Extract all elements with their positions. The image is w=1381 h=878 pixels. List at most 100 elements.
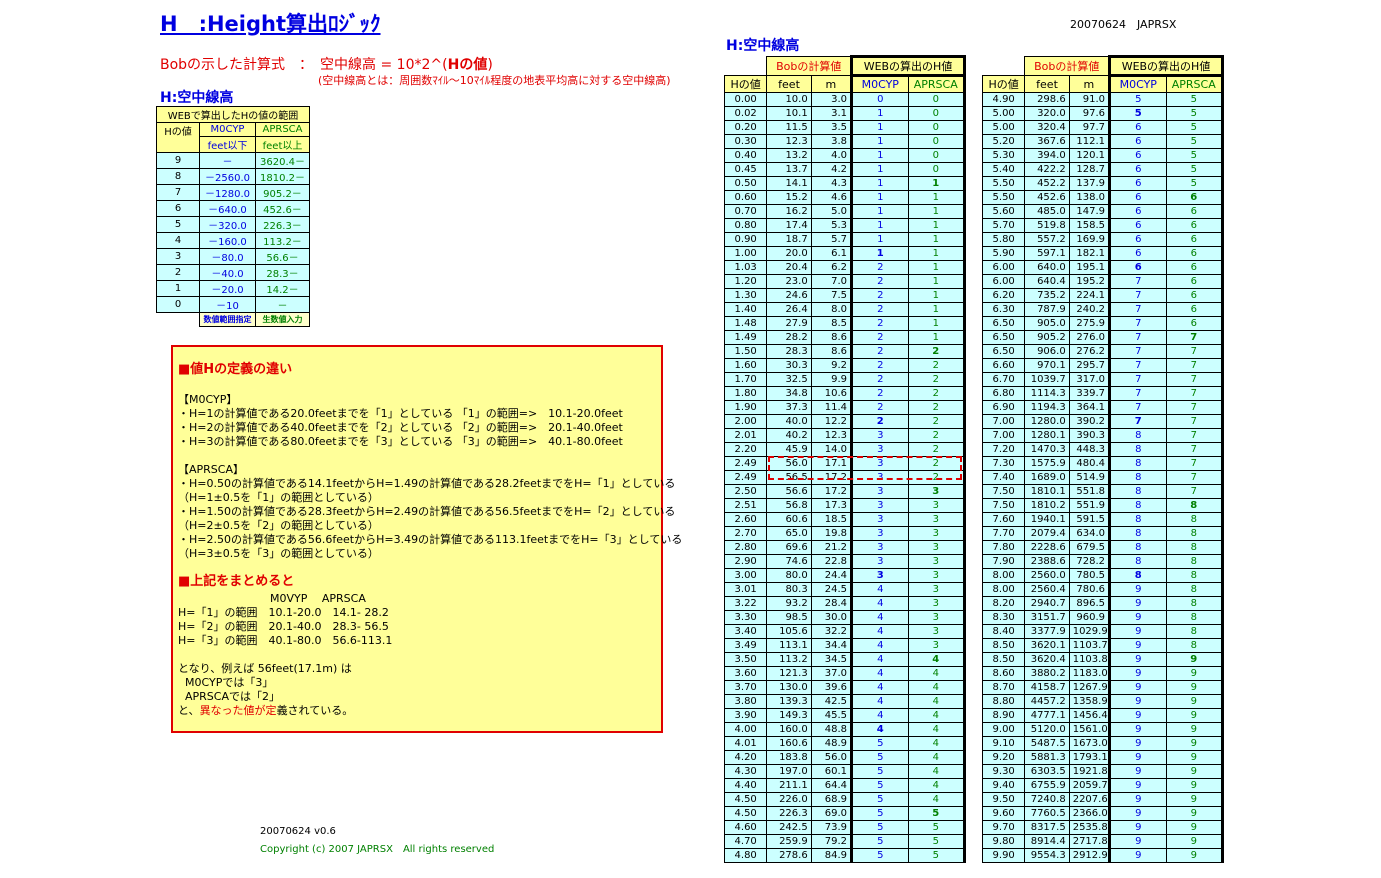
aprsca-value: 8 bbox=[1165, 498, 1224, 513]
m-value: 1103.7 bbox=[1068, 638, 1111, 653]
feet-value: 905.2 bbox=[1024, 330, 1070, 345]
h-value: 2.20 bbox=[723, 442, 768, 457]
table-row: 7.50 1810.1 551.8 8 7 bbox=[981, 484, 1224, 499]
m0cyp-value: 9 bbox=[1108, 610, 1167, 625]
table-row: 8.90 4777.1 1456.4 9 9 bbox=[981, 708, 1224, 723]
conclusion-post: 義されている。 bbox=[276, 704, 354, 717]
conclusion-red: 異なった値が定 bbox=[199, 704, 277, 717]
m0cyp-value: 0 bbox=[850, 92, 909, 107]
box-aprsca-line: （H=2±0.5を「2」の範囲としている） bbox=[178, 519, 379, 532]
table-row: 6.60 970.1 295.7 7 7 bbox=[981, 358, 1224, 373]
table-row: 0.50 14.1 4.3 1 1 bbox=[723, 176, 966, 191]
range-table-row: 1 －20.0 14.2－ bbox=[156, 280, 310, 297]
range-h-value: 4 bbox=[156, 232, 200, 249]
feet-value: 3620.1 bbox=[1024, 638, 1070, 653]
m0cyp-value: 1 bbox=[850, 246, 909, 261]
h-value: 7.00 bbox=[981, 428, 1026, 443]
h-value: 0.90 bbox=[723, 232, 768, 247]
feet-value: 121.3 bbox=[766, 666, 812, 681]
h-value: 4.50 bbox=[723, 792, 768, 807]
feet-value: 2940.7 bbox=[1024, 596, 1070, 611]
box-aprsca-line: ・H=0.50の計算値である14.1feetからH=1.49の計算値である28.… bbox=[178, 477, 676, 490]
table-row: 7.00 1280.1 390.3 8 7 bbox=[981, 428, 1224, 443]
aprsca-value: 5 bbox=[907, 806, 966, 821]
feet-value: 23.0 bbox=[766, 274, 812, 289]
m-value: 9.2 bbox=[810, 358, 853, 373]
h-value: 3.49 bbox=[723, 638, 768, 653]
range-m0cyp-value: －2560.0 bbox=[199, 168, 256, 185]
m-value: 1456.4 bbox=[1068, 708, 1111, 723]
feet-value: 40.0 bbox=[766, 414, 812, 429]
h-value: 2.60 bbox=[723, 512, 768, 527]
formula-line: Bobの示した計算式 ： 空中線高 = 10*2^(Hの値) bbox=[160, 54, 493, 74]
table-row: 5.00 320.0 97.6 5 5 bbox=[981, 106, 1224, 121]
feet-value: 26.4 bbox=[766, 302, 812, 317]
h-value: 1.50 bbox=[723, 344, 768, 359]
feet-value: 1280.0 bbox=[1024, 414, 1070, 429]
m-value: 780.6 bbox=[1068, 582, 1111, 597]
table-row: 7.40 1689.0 514.9 8 7 bbox=[981, 470, 1224, 485]
aprsca-value: 9 bbox=[1165, 834, 1224, 849]
box-aprsca-label: 【APRSCA】 bbox=[178, 463, 244, 476]
m0cyp-value: 6 bbox=[1108, 246, 1167, 261]
m-value: 68.9 bbox=[810, 792, 853, 807]
feet-value: 10.0 bbox=[766, 92, 812, 107]
aprsca-value: 5 bbox=[1165, 176, 1224, 191]
col-aprsca-header: APRSCA bbox=[1165, 75, 1224, 93]
aprsca-value: 9 bbox=[1165, 708, 1224, 723]
m0cyp-value: 4 bbox=[850, 624, 909, 639]
table-row: 3.22 93.2 28.4 4 3 bbox=[723, 596, 966, 611]
aprsca-value: 9 bbox=[1165, 848, 1224, 863]
range-aprsca-value: 28.3－ bbox=[255, 264, 310, 281]
m0cyp-value: 1 bbox=[850, 218, 909, 233]
aprsca-value: 3 bbox=[907, 512, 966, 527]
h-value: 9.90 bbox=[981, 848, 1026, 863]
aprsca-value: 7 bbox=[1165, 456, 1224, 471]
table-row: 4.00 160.0 48.8 4 4 bbox=[723, 722, 966, 737]
formula-prefix: Bobの示した計算式 ： 空中線高 = 10*2^( bbox=[160, 57, 448, 73]
range-col-m0cyp: M0CYP bbox=[199, 122, 256, 137]
h-value: 3.01 bbox=[723, 582, 768, 597]
h-value: 9.50 bbox=[981, 792, 1026, 807]
feet-value: 13.2 bbox=[766, 148, 812, 163]
feet-value: 4457.2 bbox=[1024, 694, 1070, 709]
m-value: 147.9 bbox=[1068, 204, 1111, 219]
feet-value: 30.3 bbox=[766, 358, 812, 373]
h-value: 8.40 bbox=[981, 624, 1026, 639]
aprsca-value: 2 bbox=[907, 386, 966, 401]
m-value: 48.9 bbox=[810, 736, 853, 751]
m-value: 390.2 bbox=[1068, 414, 1111, 429]
aprsca-value: 2 bbox=[907, 414, 966, 429]
aprsca-value: 1 bbox=[907, 218, 966, 233]
table-row: 7.80 2228.6 679.5 8 8 bbox=[981, 540, 1224, 555]
m-value: 6.1 bbox=[810, 246, 853, 261]
table-row: 6.70 1039.7 317.0 7 7 bbox=[981, 372, 1224, 387]
aprsca-value: 5 bbox=[1165, 148, 1224, 163]
aprsca-value: 6 bbox=[1165, 246, 1224, 261]
m-value: 42.5 bbox=[810, 694, 853, 709]
h-value: 2.01 bbox=[723, 428, 768, 443]
range-aprsca-value: 56.6－ bbox=[255, 248, 310, 265]
box-heading-1: ■値Hの定義の違い bbox=[178, 362, 293, 377]
feet-value: 1575.9 bbox=[1024, 456, 1070, 471]
h-value: 7.80 bbox=[981, 540, 1026, 555]
aprsca-value: 7 bbox=[1165, 344, 1224, 359]
feet-value: 1039.7 bbox=[1024, 372, 1070, 387]
table-row: 0.20 11.5 3.5 1 0 bbox=[723, 120, 966, 135]
aprsca-value: 2 bbox=[907, 358, 966, 373]
m0cyp-value: 8 bbox=[1108, 428, 1167, 443]
range-table-row: 8 －2560.0 1810.2－ bbox=[156, 168, 310, 185]
m0cyp-value: 1 bbox=[850, 190, 909, 205]
table-row: 3.70 130.0 39.6 4 4 bbox=[723, 680, 966, 695]
m-value: 14.0 bbox=[810, 442, 853, 457]
h-value: 8.70 bbox=[981, 680, 1026, 695]
table-row: 5.70 519.8 158.5 6 6 bbox=[981, 218, 1224, 233]
highlight-box bbox=[768, 456, 962, 480]
aprsca-value: 2 bbox=[907, 400, 966, 415]
aprsca-value: 5 bbox=[1165, 92, 1224, 107]
m-value: 390.3 bbox=[1068, 428, 1111, 443]
h-value: 1.90 bbox=[723, 400, 768, 415]
range-table-row: 4 －160.0 113.2－ bbox=[156, 232, 310, 249]
m-value: 317.0 bbox=[1068, 372, 1111, 387]
m0cyp-value: 2 bbox=[850, 372, 909, 387]
